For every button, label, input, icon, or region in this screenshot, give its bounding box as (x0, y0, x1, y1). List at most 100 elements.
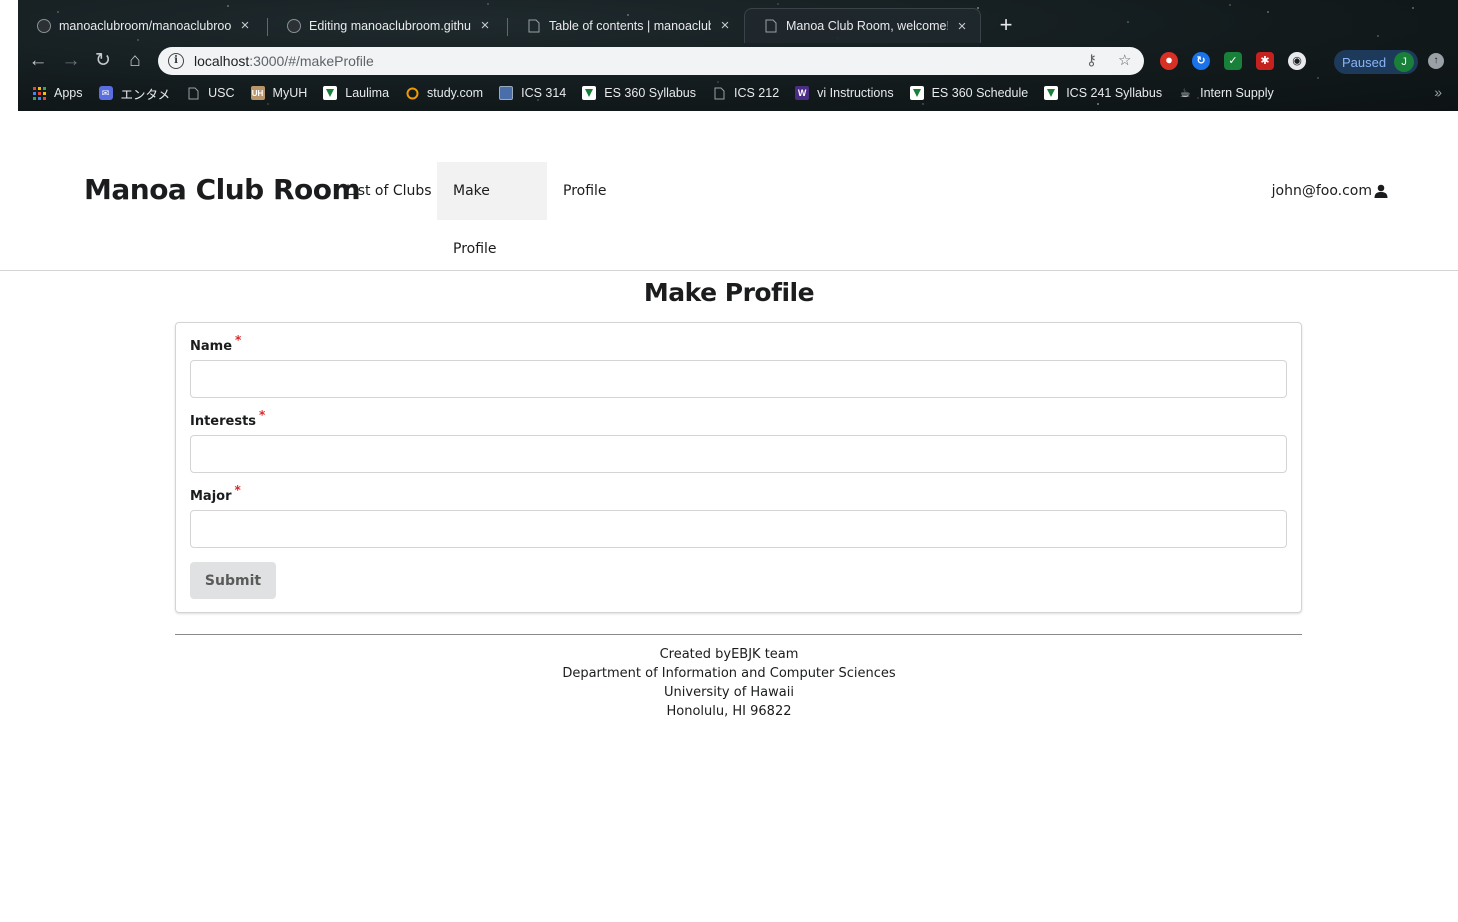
bookmark-item[interactable]: ☕ Intern Supply (1178, 86, 1274, 100)
tab-title: Manoa Club Room, welcome!!! (786, 19, 948, 33)
home-icon[interactable]: ⌂ (123, 49, 147, 73)
close-icon[interactable]: × (237, 17, 253, 34)
profile-paused-button[interactable]: Paused J (1334, 50, 1418, 74)
tab-title: Table of contents | manoaclubroom (549, 18, 711, 33)
bookmarks-bar: Apps ✉ エンタメ USC UH MyUH Laulima study.co… (18, 81, 1458, 105)
bookmark-label: エンタメ (120, 87, 171, 102)
bookmarks-overflow-icon[interactable]: » (1434, 84, 1442, 100)
close-icon[interactable]: × (717, 17, 733, 34)
site-info-icon[interactable]: i (168, 53, 184, 69)
user-icon (1374, 184, 1388, 198)
close-icon[interactable]: × (954, 18, 970, 35)
footer-university: University of Hawaii (664, 685, 794, 700)
name-field[interactable] (190, 360, 1287, 398)
browser-chrome: manoaclubroom/manoaclubroom × Editing ma… (18, 0, 1458, 111)
footer-divider (175, 634, 1302, 635)
bookmark-item[interactable]: ICS 241 Syllabus (1044, 86, 1162, 100)
bookmark-label: MyUH (272, 86, 308, 100)
bookmark-star-icon[interactable]: ☆ (1118, 51, 1131, 69)
check-extension-icon[interactable]: ✓ (1224, 52, 1242, 70)
bookmark-label: USC (208, 86, 235, 100)
apps-grid-icon (32, 86, 46, 100)
page-icon (763, 19, 778, 34)
bookmark-item[interactable]: Laulima (323, 86, 389, 100)
bookmark-item[interactable]: Apps (32, 86, 83, 100)
uh-icon: UH (250, 86, 265, 100)
w-icon: W (795, 86, 810, 100)
footer-department: Department of Information and Computer S… (562, 666, 896, 681)
major-label: Major * (190, 483, 241, 504)
red-extension-icon[interactable]: ✱ (1256, 52, 1274, 70)
required-asterisk: * (235, 333, 242, 347)
forward-arrow-icon[interactable]: → (59, 49, 83, 73)
required-asterisk: * (259, 408, 266, 422)
required-asterisk: * (234, 483, 241, 497)
bookmark-item[interactable]: ICS 212 (712, 86, 779, 100)
footer-credit: Created byEBJK team (659, 647, 799, 662)
user-menu[interactable]: john@foo.com (1272, 183, 1388, 199)
bookmark-item[interactable]: W vi Instructions (795, 86, 894, 100)
cup-icon: ☕ (1179, 86, 1191, 100)
browser-tab[interactable]: Table of contents | manoaclubroom × (508, 8, 743, 43)
nav-list-of-clubs[interactable]: List of Clubs (330, 162, 448, 220)
tab-title: Editing manoaclubroom.github.io (309, 18, 471, 33)
interests-label: Interests * (190, 408, 266, 429)
eye-extension-icon[interactable]: ◉ (1288, 52, 1306, 70)
footer-address: Honolulu, HI 96822 (666, 704, 792, 719)
page-icon (186, 86, 200, 100)
bookmark-item[interactable]: ICS 314 (499, 86, 566, 100)
bookmark-item[interactable]: UH MyUH (250, 86, 308, 100)
brand-logo[interactable]: Manoa Club Room (84, 173, 361, 206)
browser-tab[interactable]: Editing manoaclubroom.github.io × (268, 8, 503, 43)
bookmark-label: Intern Supply (1200, 86, 1274, 100)
bookmark-item[interactable]: ES 360 Schedule (909, 86, 1028, 100)
github-icon (286, 18, 301, 33)
adblock-extension-icon[interactable]: ⏺ (1160, 52, 1178, 70)
nav-make-profile[interactable]: Make Profile (437, 162, 547, 257)
back-arrow-icon[interactable]: ← (26, 49, 50, 73)
key-icon[interactable]: ⚷ (1086, 51, 1097, 69)
page-title: Make Profile (643, 278, 815, 307)
bookmark-item[interactable]: USC (186, 86, 235, 100)
site-navbar: Manoa Club Room List of Clubs Make Profi… (0, 111, 1458, 271)
bookmark-item[interactable]: ✉ エンタメ (98, 84, 171, 103)
url-text: localhost:3000/#/makeProfile (194, 53, 374, 69)
refresh-extension-icon[interactable]: ↻ (1192, 52, 1210, 70)
browser-toolbar: ← → ↻ ⌂ i localhost:3000/#/makeProfile ⚷… (18, 43, 1458, 79)
new-tab-button[interactable]: + (994, 12, 1018, 38)
submit-button[interactable]: Submit (190, 562, 276, 599)
page-icon (712, 86, 726, 100)
nav-profile[interactable]: Profile (547, 162, 623, 220)
bookmark-green-icon (323, 86, 338, 100)
browser-tab[interactable]: manoaclubroom/manoaclubroom × (18, 8, 263, 43)
bookmark-green-icon (909, 86, 924, 100)
bookmark-label: Apps (54, 86, 83, 100)
bookmark-label: vi Instructions (817, 86, 894, 100)
tab-strip: manoaclubroom/manoaclubroom × Editing ma… (18, 8, 1458, 43)
browser-tab-active[interactable]: Manoa Club Room, welcome!!! × (744, 8, 981, 43)
major-field[interactable] (190, 510, 1287, 548)
bookmark-label: study.com (427, 86, 484, 100)
footer: Created byEBJK team Department of Inform… (0, 645, 1458, 721)
page-icon (526, 18, 541, 33)
folder-icon: ✉ (98, 86, 113, 100)
bookmark-label: ICS 314 (521, 86, 567, 100)
bookmark-green-icon (582, 86, 597, 100)
user-email: john@foo.com (1271, 183, 1372, 199)
bookmark-label: ES 360 Syllabus (604, 86, 696, 100)
bookmark-label: Laulima (345, 86, 390, 100)
avatar: J (1394, 52, 1415, 72)
profile-form: Name * Interests * Major * Submit (175, 322, 1302, 613)
github-icon (36, 18, 51, 33)
bookmark-item[interactable]: study.com (405, 86, 483, 100)
study-icon (405, 86, 419, 100)
tab-title: manoaclubroom/manoaclubroom (59, 18, 231, 33)
address-bar[interactable]: i localhost:3000/#/makeProfile ⚷ ☆ (158, 47, 1144, 75)
bookmark-item[interactable]: ES 360 Syllabus (582, 86, 696, 100)
square-icon (499, 86, 514, 100)
close-icon[interactable]: × (477, 17, 493, 34)
interests-field[interactable] (190, 435, 1287, 473)
name-label: Name * (190, 333, 242, 354)
reload-icon[interactable]: ↻ (91, 49, 115, 73)
update-menu-icon[interactable]: ↑ (1428, 53, 1444, 69)
